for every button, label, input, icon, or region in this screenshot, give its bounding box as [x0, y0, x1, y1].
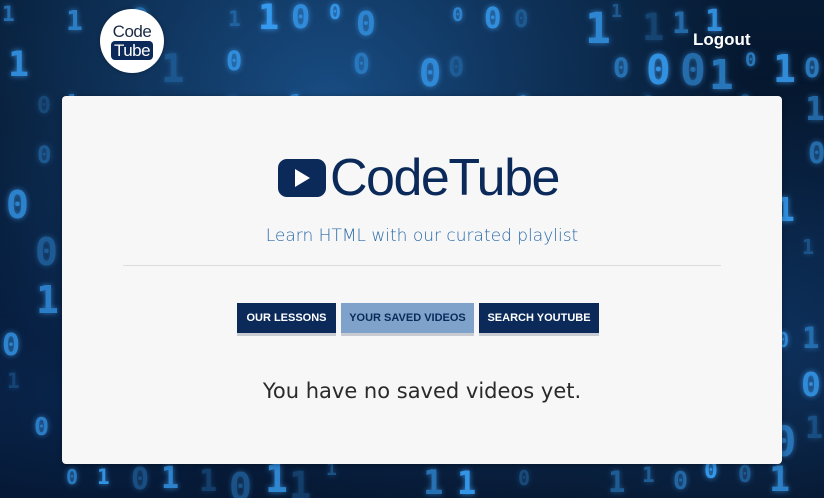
binary-digit: 1	[36, 278, 59, 322]
binary-digit: 1	[642, 6, 665, 49]
binary-digit: 0	[419, 52, 442, 95]
tagline: Learn HTML with our curated playlist	[265, 226, 579, 246]
binary-digit: 0	[229, 465, 252, 498]
binary-digit: 0	[2, 328, 21, 363]
tab-bar: OUR LESSONS YOUR SAVED VIDEOS SEARCH YOU…	[237, 303, 604, 333]
binary-digit: 0	[745, 49, 757, 71]
binary-digit: 0	[6, 183, 29, 227]
brand-name: CodeTube	[330, 149, 560, 207]
binary-digit: 1	[802, 321, 820, 355]
binary-digit: 0	[66, 465, 79, 489]
binary-digit: 1	[228, 7, 241, 31]
binary-digit: 1	[258, 0, 280, 38]
binary-digit: 0	[34, 412, 50, 441]
binary-digit: 1	[611, 1, 622, 22]
binary-digit: 1	[8, 45, 30, 85]
tab-our-lessons[interactable]: OUR LESSONS	[237, 303, 336, 333]
binary-digit: 0	[448, 52, 465, 83]
binary-digit: 0	[131, 462, 150, 497]
binary-digit: 0	[518, 466, 531, 490]
codetube-logo-icon[interactable]: Code Tube	[100, 9, 164, 73]
binary-digit: 1	[608, 465, 626, 498]
binary-digit: 0	[37, 93, 51, 119]
binary-digit: 0	[291, 0, 311, 36]
tab-search-youtube[interactable]: SEARCH YOUTUBE	[479, 303, 599, 333]
binary-digit: 0	[808, 136, 824, 170]
binary-digit: 1	[7, 369, 20, 393]
binary-digit: 1	[769, 460, 791, 498]
binary-digit: 1	[672, 6, 690, 40]
logout-link[interactable]: Logout	[693, 30, 751, 50]
binary-digit: 0	[329, 0, 342, 24]
binary-digit: 1	[642, 463, 655, 487]
binary-digit: 0	[804, 53, 821, 84]
brand-heading: CodeTube	[278, 149, 560, 207]
binary-digit: 1	[457, 464, 477, 498]
binary-digit: 1	[805, 89, 824, 128]
binary-digit: 0	[226, 46, 243, 77]
binary-digit: 0	[356, 4, 376, 43]
binary-digit: 0	[35, 230, 58, 274]
binary-digit: 0	[514, 5, 529, 33]
binary-digit: 1	[805, 411, 824, 446]
binary-digit: 0	[353, 47, 370, 80]
binary-digit: 0	[452, 4, 464, 26]
binary-digit: 1	[97, 465, 110, 489]
binary-digit: 1	[199, 464, 218, 498]
binary-digit: 0	[673, 466, 689, 495]
binary-digit: 1	[161, 461, 180, 496]
binary-digit: 1	[265, 457, 288, 498]
logo-text-top: Code	[112, 21, 152, 41]
binary-digit: 0	[37, 141, 52, 169]
binary-digit: 1	[802, 235, 815, 259]
binary-digit: 1	[289, 464, 312, 498]
binary-digit: 1	[585, 4, 611, 54]
empty-state-message: You have no saved videos yet.	[262, 379, 582, 403]
play-button-icon	[278, 159, 326, 197]
logo-text-bottom: Tube	[110, 40, 154, 60]
tab-your-saved-videos[interactable]: YOUR SAVED VIDEOS	[341, 303, 474, 333]
binary-digit: 1	[161, 47, 185, 92]
main-card: CodeTube Learn HTML with our curated pla…	[62, 96, 782, 464]
binary-digit: 1	[2, 2, 15, 26]
binary-digit: 1	[423, 463, 444, 498]
divider	[123, 265, 721, 266]
binary-digit: 1	[709, 51, 734, 99]
binary-digit: 1	[773, 47, 796, 91]
binary-digit: 0	[613, 53, 630, 84]
binary-digit: 0	[738, 462, 752, 488]
binary-digit: 0	[680, 46, 706, 96]
play-triangle-icon	[295, 169, 310, 187]
binary-digit: 0	[801, 365, 821, 404]
binary-digit: 0	[646, 46, 671, 94]
binary-digit: 1	[66, 4, 83, 37]
binary-digit: 0	[484, 1, 502, 35]
